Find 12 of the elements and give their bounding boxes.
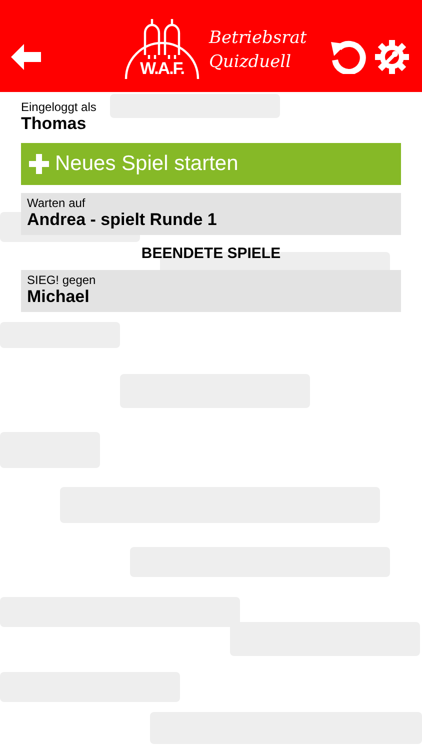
back-icon[interactable] — [11, 44, 41, 70]
settings-icon[interactable] — [374, 39, 410, 75]
game-card[interactable]: SIEG! gegen Michael — [21, 270, 401, 312]
plus-icon — [29, 154, 49, 174]
refresh-icon[interactable] — [330, 40, 366, 74]
game-card[interactable]: Warten auf Andrea - spielt Runde 1 — [21, 192, 401, 235]
login-label: Eingeloggt als — [21, 100, 96, 114]
section-heading: BEENDETE SPIELE — [140, 244, 282, 264]
logo-text: W.A.F. — [138, 60, 186, 77]
logo-title: Quizduell — [209, 52, 292, 74]
logo-title: Betriebsrat — [209, 28, 307, 50]
username: Thomas — [21, 114, 86, 135]
